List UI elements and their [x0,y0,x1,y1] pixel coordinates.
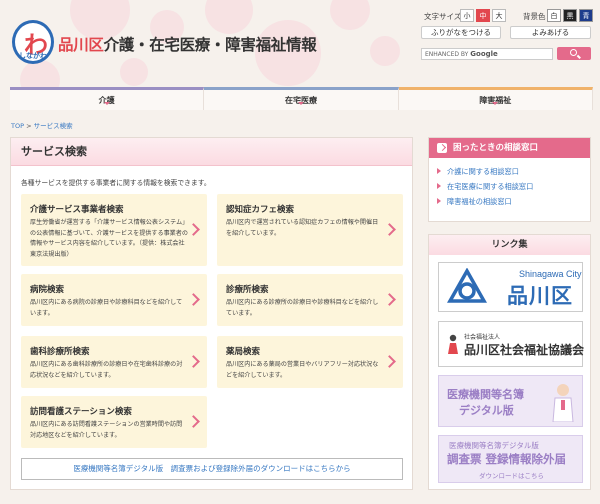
search-icon [570,49,577,56]
breadcrumb-top[interactable]: TOP [11,122,24,130]
banner4-line2: 調査票 登録情報除外届 [447,452,567,466]
card-dental-search[interactable]: 歯科診療所検索 品川区内にある歯科診療所の診療日や在宅歯科診療の対応状況などを紹… [21,336,207,388]
search-button[interactable] [557,47,591,60]
links-heading: リンク集 [429,235,590,255]
card-desc: 品川区内にある訪問看護ステーションの営業時間や訪問対応地区などを紹介しています。 [30,421,183,439]
bg-color-label: 背景色 [523,12,546,21]
card-title: 薬局検索 [226,347,261,357]
chevron-right-icon [437,143,447,153]
site-logo[interactable]: わ しながわ [12,20,54,64]
chevron-right-icon [187,293,200,306]
council-name: 品川区社会福祉協議会 [464,343,585,357]
page-title: サービス検索 [11,138,412,166]
chevron-right-icon [383,223,396,236]
card-title: 歯科診療所検索 [30,347,90,357]
card-pharmacy-search[interactable]: 薬局検索 品川区内にある薬局の営業日やバリアフリー対応状況などを紹介しています。 [217,336,403,388]
breadcrumb-sep: > [24,122,34,130]
main-nav: 介護 在宅医療 障害福祉 [10,87,593,110]
breadcrumb: TOP > サービス検索 [11,120,73,130]
nav-shogai[interactable]: 障害福祉 [398,87,593,110]
bg-white-button[interactable]: 白 [547,9,561,22]
chevron-right-icon [187,223,200,236]
card-desc: 品川区内にある病院の診療日や診療科目などを紹介しています。 [30,299,183,317]
site-header: わ しながわ 品川区介護・在宅医療・障害福祉情報 文字サイズ 小 中 大 背景色… [0,0,600,92]
links-panel: リンク集 Shinagawa City 品川区 社会福祉法人 品川区社会福祉協議… [428,234,591,490]
download-link[interactable]: 医療機関等名簿デジタル版 調査票および登録除外届のダウンロードはこちらから [21,458,403,480]
card-desc: 品川区内にある診療所の診療日や診療科目などを紹介しています。 [226,299,379,317]
shinagawa-city-jp: 品川区 [507,284,573,308]
card-title: 認知症カフェ検索 [226,205,295,215]
card-title: 介護サービス事業者検索 [30,205,124,215]
shinagawa-city-banner[interactable]: Shinagawa City 品川区 [438,262,583,312]
font-size-large-button[interactable]: 大 [492,9,506,22]
font-size-label: 文字サイズ [424,12,462,21]
chevron-right-icon [187,355,200,368]
card-clinic-search[interactable]: 診療所検索 品川区内にある診療所の診療日や診療科目などを紹介しています。 [217,274,403,326]
chevron-right-icon [383,355,396,368]
card-title: 診療所検索 [226,285,269,295]
font-size-small-button[interactable]: 小 [460,9,474,22]
card-desc: 品川区内で運営されている認知症カフェの情報や開催日を紹介しています。 [226,219,379,237]
site-title-text: 介護・在宅医療・障害福祉情報 [103,36,317,54]
chevron-right-icon [383,293,396,306]
consult-link-kaigo[interactable]: 介護に関する相談窓口 [437,167,519,177]
card-desc: 厚生労働省が運営する「介護サービス情報公表システム」の公表情報に基づいて、介護サ… [30,219,188,258]
furigana-button[interactable]: ふりがなをつける [421,26,501,39]
banner4-line3: ダウンロードはこちら [479,472,544,480]
search-brand: ENHANCED BY [425,51,469,58]
logo-sub: しながわ [19,52,47,60]
medical-directory-banner[interactable]: 医療機関等名簿 デジタル版 [438,375,583,427]
bg-black-button[interactable]: 黒 [563,9,577,22]
nav-kaigo[interactable]: 介護 [10,87,205,110]
card-desc: 品川区内にある薬局の営業日やバリアフリー対応状況などを紹介しています。 [226,361,379,379]
consult-heading: 困ったときの相談窓口 [429,138,590,158]
intro-text: 各種サービスを提供する事業者に関する情報を検索できます。 [21,179,211,187]
bg-blue-button[interactable]: 青 [579,9,593,22]
banner3-line2: デジタル版 [459,404,514,417]
doctor-illustration-icon [552,384,574,422]
card-title: 病院検索 [30,285,65,295]
download-survey-banner[interactable]: 医療機関等名簿デジタル版 調査票 登録情報除外届 ダウンロードはこちら [438,435,583,483]
site-title-ward: 品川区 [58,36,104,54]
card-title: 訪問看護ステーション検索 [30,407,132,417]
shinagawa-logo-icon [447,268,487,303]
card-desc: 品川区内にある歯科診療所の診療日や在宅歯科診療の対応状況などを紹介しています。 [30,361,183,379]
font-size-medium-button[interactable]: 中 [476,9,490,22]
person-icon [448,334,458,354]
banner3-line1: 医療機関等名簿 [447,388,524,401]
consult-heading-text: 困ったときの相談窓口 [453,143,539,153]
site-title[interactable]: 品川区介護・在宅医療・障害福祉情報 [58,33,317,55]
breadcrumb-current[interactable]: サービス検索 [34,122,73,130]
shinagawa-city-en: Shinagawa City [519,269,582,279]
search-input[interactable]: ENHANCED BY Google [421,48,553,60]
banner4-line1: 医療機関等名簿デジタル版 [449,441,539,450]
nav-zaitaku[interactable]: 在宅医療 [204,87,399,110]
chevron-right-icon [187,415,200,428]
search-google: Google [470,50,498,58]
social-welfare-council-banner[interactable]: 社会福祉法人 品川区社会福祉協議会 [438,321,585,367]
consult-link-zaitaku[interactable]: 在宅医療に関する相談窓口 [437,182,533,192]
consult-link-shogai[interactable]: 障害福祉の相談窓口 [437,197,512,207]
card-hospital-search[interactable]: 病院検索 品川区内にある病院の診療日や診療科目などを紹介しています。 [21,274,207,326]
readaloud-button[interactable]: よみあげる [510,26,591,39]
card-dementia-cafe-search[interactable]: 認知症カフェ検索 品川区内で運営されている認知症カフェの情報や開催日を紹介してい… [217,194,403,266]
service-search-panel: サービス検索 各種サービスを提供する事業者に関する情報を検索できます。 介護サー… [10,137,413,490]
card-visiting-nurse-search[interactable]: 訪問看護ステーション検索 品川区内にある訪問看護ステーションの営業時間や訪問対応… [21,396,207,448]
council-type: 社会福祉法人 [464,334,501,341]
card-kaigo-search[interactable]: 介護サービス事業者検索 厚生労働省が運営する「介護サービス情報公表システム」の公… [21,194,207,266]
consult-panel: 困ったときの相談窓口 介護に関する相談窓口 在宅医療に関する相談窓口 障害福祉の… [428,137,591,222]
